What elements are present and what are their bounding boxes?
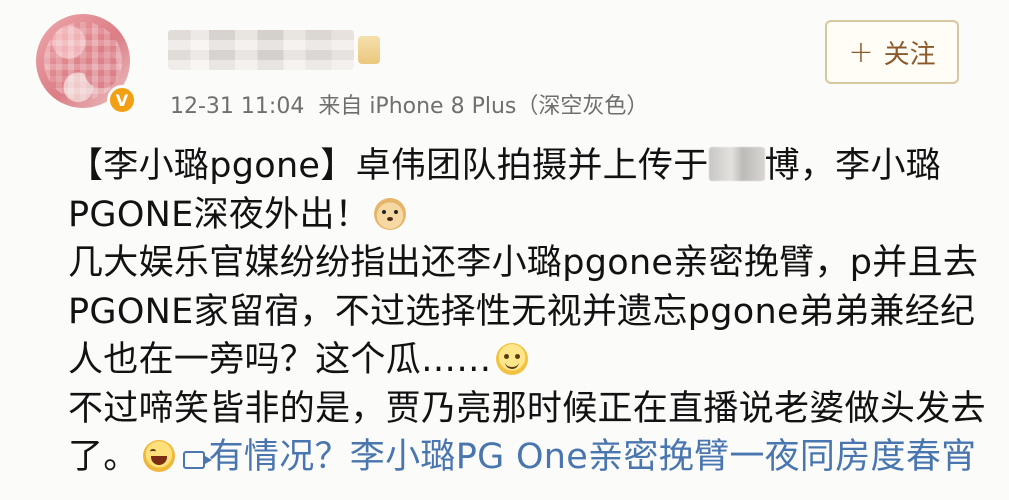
post-content: 【李小璐pgone】卓伟团队拍摄并上传于 博，李小璐 PGONE深夜外出！ 几大娱… (68, 142, 986, 482)
post-text: 人也在一旁吗？这个瓜…… (68, 340, 492, 380)
video-icon[interactable] (182, 451, 212, 469)
redacted-text (708, 147, 765, 181)
post-text: 不过啼笑皆非的是，贾乃亮那时候正在直播说老婆做头发去 (68, 388, 986, 429)
post-text: 博，李小璐 (764, 146, 942, 186)
post-meta: 12-31 11:04 来自 iPhone 8 Plus（深空灰色） (170, 88, 662, 120)
laugh-emoji-icon (142, 440, 175, 472)
post-line: 不过啼笑皆非的是，贾乃亮那时候正在直播说老婆做头发去 (68, 385, 986, 434)
username-blurred[interactable] (168, 30, 354, 70)
follow-button[interactable]: + 关注 (825, 20, 959, 84)
post-text: 几大娱乐官媒纷纷指出还李小璐pgone亲密挽臂，p并且去 (68, 243, 979, 283)
smile-emoji-icon (495, 343, 528, 375)
verified-badge-icon: V (107, 85, 137, 115)
doge-emoji-icon (374, 197, 407, 230)
video-link[interactable]: 有情况？李小璐PG One亲密挽臂一夜同房度春宵 (209, 437, 977, 477)
post-source: 来自 iPhone 8 Plus（深空灰色） (318, 94, 649, 119)
post-text: 【李小璐pgone】卓伟团队拍摄并上传于 (68, 146, 709, 186)
post-text: 了。 (68, 437, 139, 477)
post-line: PGONE家留宿，不过选择性无视并遗忘pgone弟弟兼经纪 (68, 288, 975, 337)
post-line: 几大娱乐官媒纷纷指出还李小璐pgone亲密挽臂，p并且去 (68, 239, 978, 288)
post-text: PGONE深夜外出！ (68, 194, 371, 235)
follow-button-label: 关注 (883, 39, 936, 70)
post-text: PGONE家留宿，不过选择性无视并遗忘pgone弟弟兼经纪 (68, 291, 976, 332)
weibo-post-card: V 12-31 11:04 来自 iPhone 8 Plus（深空灰色） + 关注… (0, 0, 1009, 500)
plus-icon: + (848, 34, 874, 70)
post-line: PGONE深夜外出！ (68, 191, 968, 240)
post-timestamp[interactable]: 12-31 11:04 (170, 94, 304, 119)
member-icon (358, 36, 380, 64)
post-line: 人也在一旁吗？这个瓜…… (68, 336, 968, 385)
post-line: 了。 有情况？李小璐PG One亲密挽臂一夜同房度春宵 (68, 433, 976, 482)
post-line: 【李小璐pgone】卓伟团队拍摄并上传于 博，李小璐 (68, 142, 968, 191)
